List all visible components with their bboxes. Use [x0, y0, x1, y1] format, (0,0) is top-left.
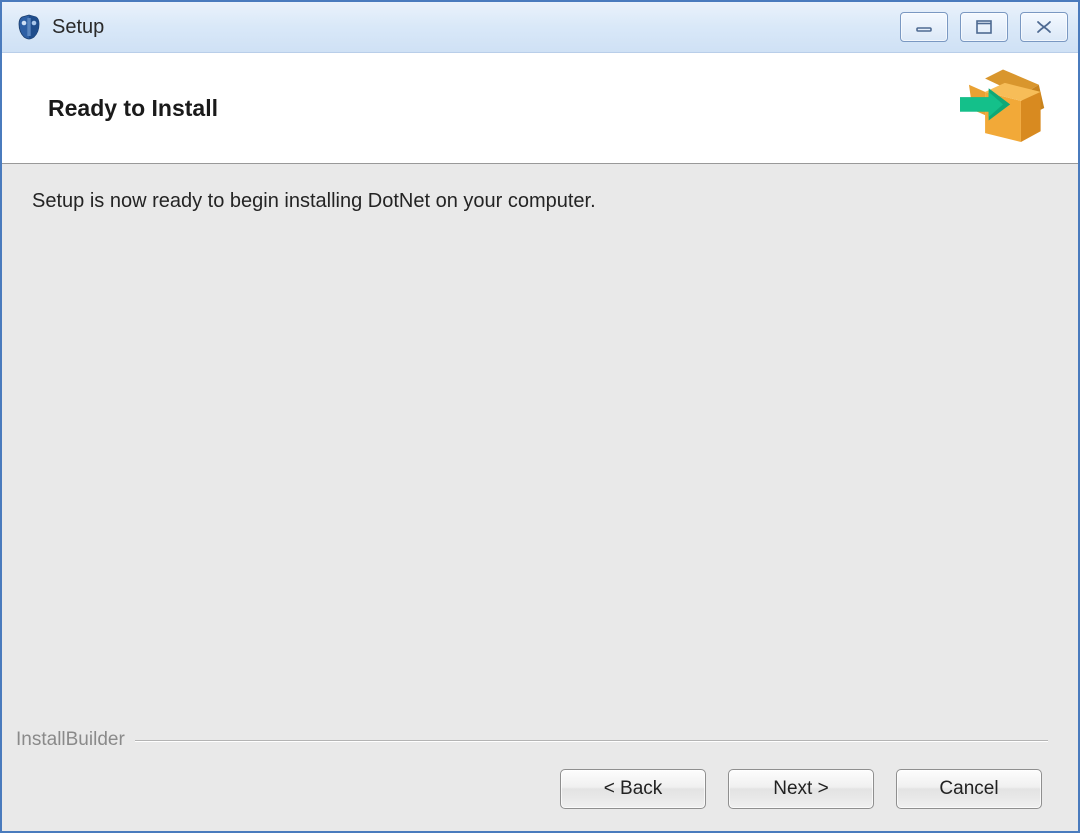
wizard-header: Ready to Install	[2, 53, 1078, 164]
window-controls	[900, 12, 1068, 42]
maximize-icon	[975, 19, 993, 35]
separator-line	[135, 740, 1048, 741]
minimize-icon	[914, 20, 934, 34]
window-title: Setup	[52, 16, 900, 39]
setup-window: Setup Ready to Install	[0, 0, 1080, 833]
close-icon	[1035, 19, 1053, 35]
titlebar: Setup	[2, 2, 1078, 53]
back-button[interactable]: < Back	[560, 769, 706, 809]
cancel-button[interactable]: Cancel	[896, 769, 1042, 809]
package-install-icon	[958, 65, 1048, 151]
button-row: < Back Next > Cancel	[32, 769, 1048, 809]
app-icon	[16, 14, 42, 40]
wizard-content: Setup is now ready to begin installing D…	[2, 164, 1078, 831]
next-button[interactable]: Next >	[728, 769, 874, 809]
brand-label: InstallBuilder	[16, 729, 125, 751]
ready-message: Setup is now ready to begin installing D…	[32, 190, 1048, 213]
maximize-button[interactable]	[960, 12, 1008, 42]
close-button[interactable]	[1020, 12, 1068, 42]
page-heading: Ready to Install	[48, 95, 218, 122]
wizard-footer: InstallBuilder < Back Next > Cancel	[32, 729, 1048, 831]
footer-separator: InstallBuilder	[16, 729, 1048, 751]
minimize-button[interactable]	[900, 12, 948, 42]
